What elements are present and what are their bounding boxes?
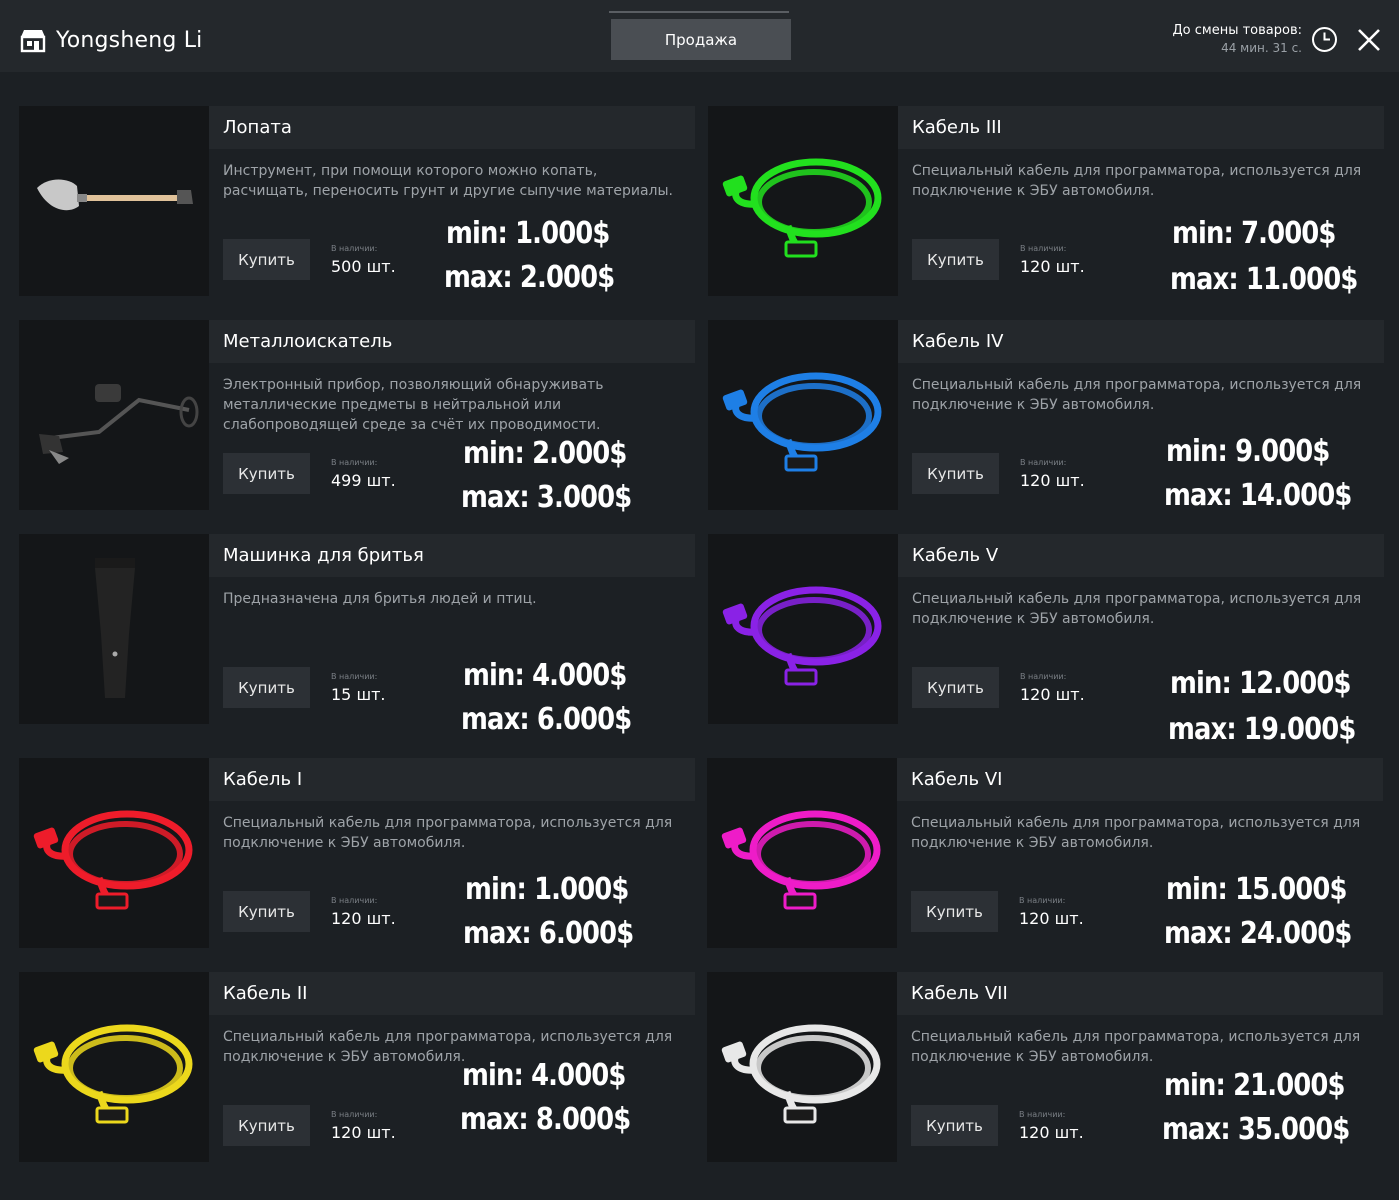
stock-label: В наличии: [331,1110,378,1119]
buy-button[interactable]: Купить [912,667,999,708]
stock-label: В наличии: [1020,244,1067,253]
price-max: max: 6.000$ [461,702,632,737]
product-image [19,320,209,510]
stock-value: 120 шт. [1019,909,1084,928]
shop-title: Yongsheng Li [20,24,203,56]
stock-value: 500 шт. [331,257,396,276]
price-min: min: 15.000$ [1166,872,1347,907]
restock-timer: До смены товаров: 44 мин. 31 с. [1173,22,1303,56]
stock-value: 15 шт. [331,685,386,704]
price-min: min: 9.000$ [1166,434,1330,469]
price-min: min: 4.000$ [463,658,627,693]
product-title: Кабель VII [911,983,1008,1004]
stock-label: В наличии: [1020,672,1067,681]
product-description: Специальный кабель для программатора, ис… [912,377,1362,413]
product-title: Кабель V [912,545,999,566]
price-min: min: 2.000$ [463,436,627,471]
product-description: Специальный кабель для программатора, ис… [223,815,673,851]
price-min: min: 21.000$ [1164,1068,1345,1103]
price-max: max: 3.000$ [461,480,632,515]
stock-value: 120 шт. [1020,257,1085,276]
price-min: min: 4.000$ [462,1058,626,1093]
product-description: Специальный кабель для программатора, ис… [912,591,1362,627]
product-image [19,534,209,724]
buy-button[interactable]: Купить [912,453,999,494]
product-title: Кабель II [223,983,308,1004]
product-image [19,972,209,1162]
product-description: Предназначена для бритья людей и птиц. [223,591,537,607]
price-max: max: 19.000$ [1168,712,1356,747]
buy-button[interactable]: Купить [223,891,310,932]
stock-value: 120 шт. [1020,685,1085,704]
stock-label: В наличии: [331,458,378,467]
timer-label: До смены товаров: [1172,23,1303,38]
product-image [708,320,898,510]
product-image [708,534,898,724]
price-min: min: 1.000$ [465,872,629,907]
product-image [707,758,897,948]
price-max: max: 2.000$ [444,260,615,295]
tab-sell[interactable]: Продажа [611,19,791,60]
price-min: min: 12.000$ [1170,666,1351,701]
product-image [19,758,209,948]
price-min: min: 7.000$ [1172,216,1336,251]
buy-button[interactable]: Купить [911,891,998,932]
top-bar: Yongsheng Li Продажа До смены товаров: 4… [0,0,1399,72]
buy-button[interactable]: Купить [911,1105,998,1146]
buy-button[interactable]: Купить [223,453,310,494]
stock-value: 120 шт. [1019,1123,1084,1142]
stock-value: 120 шт. [331,1123,396,1142]
buy-button[interactable]: Купить [223,239,310,280]
stock-label: В наличии: [1019,896,1066,905]
close-icon[interactable] [1356,27,1382,53]
price-max: max: 11.000$ [1170,262,1358,297]
product-card: Машинка для бритья Предназначена для бри… [19,534,695,724]
product-image [708,106,898,296]
product-image [19,106,209,296]
price-max: max: 35.000$ [1162,1112,1350,1147]
stock-value: 120 шт. [1020,471,1085,490]
product-title: Кабель I [223,769,303,790]
product-title: Кабель III [912,117,1002,138]
clock-icon [1312,27,1337,52]
buy-button[interactable]: Купить [912,239,999,280]
timer-value: 44 мин. 31 с. [1221,41,1302,55]
stock-value: 499 шт. [331,471,396,490]
price-min: min: 1.000$ [446,216,610,251]
stock-label: В наличии: [331,244,378,253]
buy-button[interactable]: Купить [223,667,310,708]
product-description: Специальный кабель для программатора, ис… [911,815,1361,851]
product-description: Специальный кабель для программатора, ис… [912,163,1362,199]
price-max: max: 8.000$ [460,1102,631,1137]
stock-label: В наличии: [1020,458,1067,467]
buy-button[interactable]: Купить [223,1105,310,1146]
product-title: Металлоискатель [223,331,393,352]
stock-label: В наличии: [1019,1110,1066,1119]
shop-name: Yongsheng Li [56,27,203,53]
store-icon [20,30,46,53]
product-description: Специальный кабель для программатора, ис… [911,1029,1361,1065]
stock-label: В наличии: [331,672,378,681]
price-max: max: 24.000$ [1164,916,1352,951]
product-description: Электронный прибор, позволяющий обнаружи… [223,377,604,433]
tab-indicator [609,11,789,13]
product-title: Машинка для бритья [223,545,424,566]
stock-value: 120 шт. [331,909,396,928]
product-title: Лопата [223,117,292,138]
stock-label: В наличии: [331,896,378,905]
price-max: max: 14.000$ [1164,478,1352,513]
price-max: max: 6.000$ [463,916,634,951]
product-description: Инструмент, при помощи которого можно ко… [223,163,673,199]
product-title: Кабель IV [912,331,1004,352]
product-title: Кабель VI [911,769,1003,790]
product-image [707,972,897,1162]
